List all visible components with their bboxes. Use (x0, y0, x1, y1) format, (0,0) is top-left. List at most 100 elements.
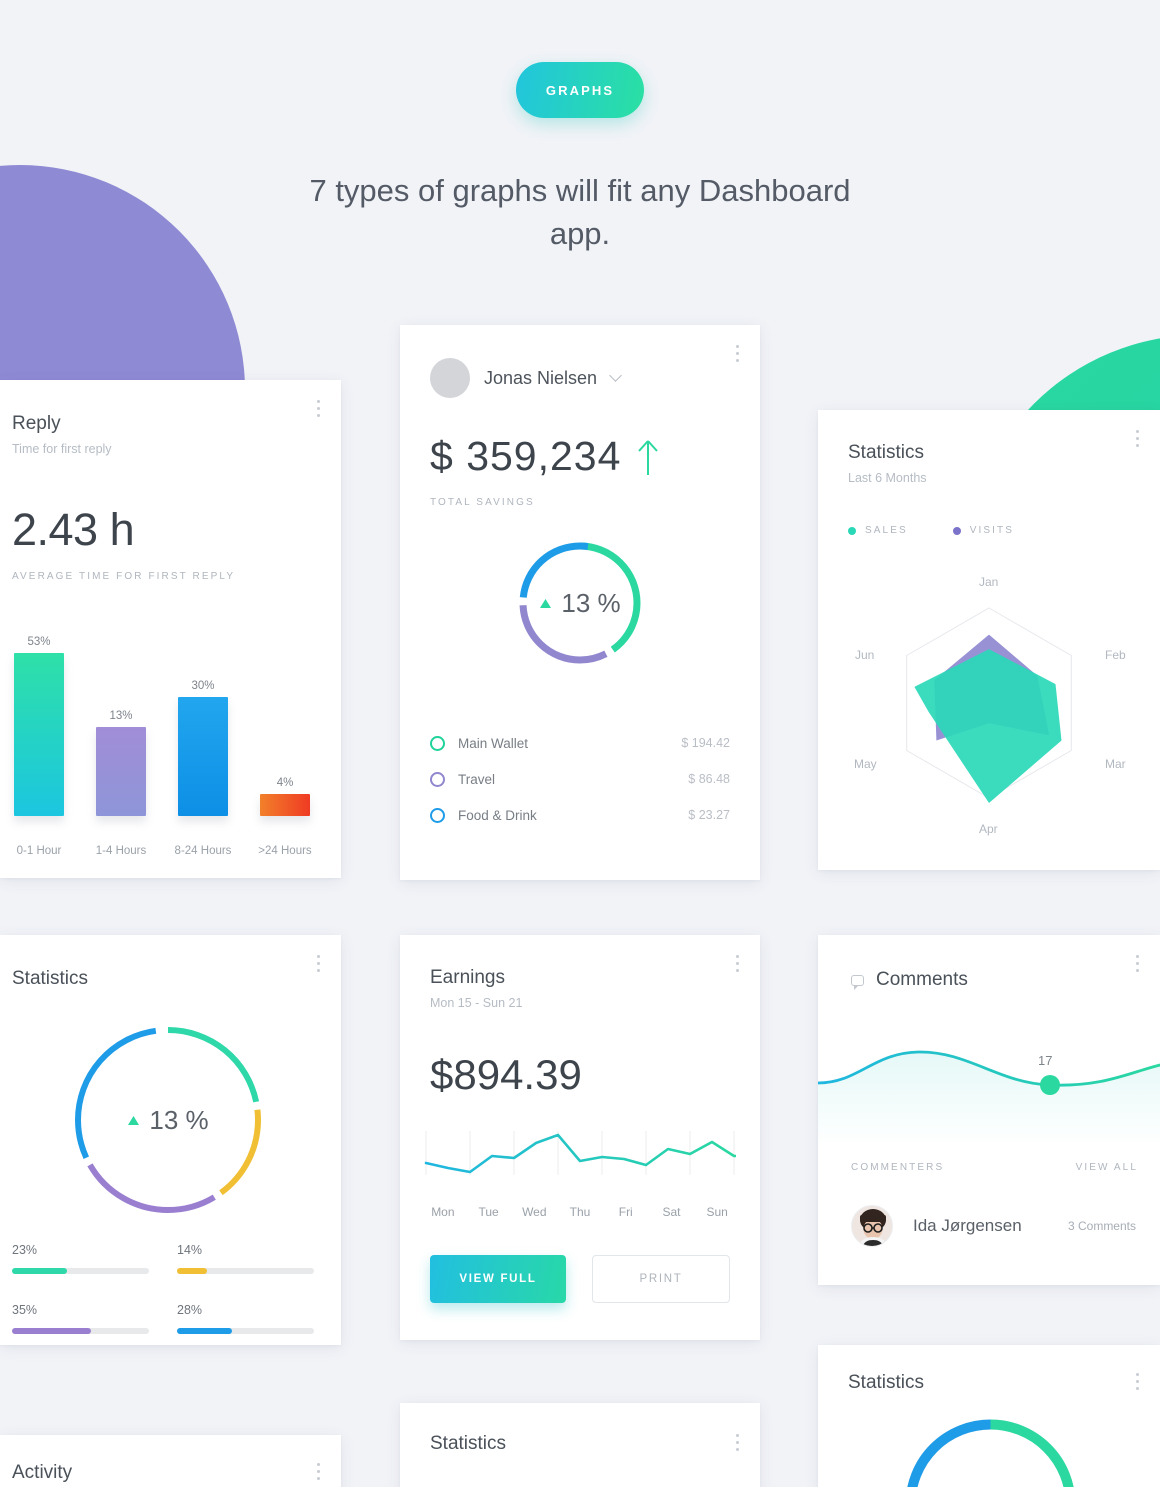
reply-card-subtitle: Time for first reply (12, 442, 112, 456)
radar-card-subtitle: Last 6 Months (848, 471, 927, 485)
progress-track[interactable] (12, 1328, 149, 1334)
legend-dot-sales-icon (848, 526, 856, 535)
savings-card-menu-icon[interactable] (736, 345, 740, 366)
progress-fill (177, 1328, 232, 1334)
stats-middle-card-menu-icon[interactable] (736, 1434, 740, 1455)
legend-row[interactable]: Main Wallet $ 194.42 (430, 725, 730, 761)
bar-rect (14, 653, 64, 816)
bar-rect (260, 794, 310, 816)
radar-card-menu-icon[interactable] (1136, 430, 1140, 451)
chevron-down-icon[interactable] (609, 369, 622, 382)
print-button[interactable]: PRINT (592, 1255, 730, 1303)
page-headline: 7 types of graphs will fit any Dashboard… (309, 173, 851, 251)
stats-donut-card-menu-icon[interactable] (317, 955, 321, 976)
progress-item: 35% (12, 1303, 149, 1334)
commenter-avatar (851, 1205, 893, 1247)
bar-column: 53% 0-1 Hour (14, 636, 64, 857)
day-label: Wed (522, 1205, 547, 1219)
legend-label-sales: SALES (865, 525, 908, 536)
reply-card: Reply Time for first reply 2.43 h AVERAG… (0, 380, 341, 878)
arrow-up-icon (638, 439, 659, 475)
radar-axis-label-feb: Feb (1105, 648, 1126, 662)
activity-card-menu-icon[interactable] (317, 1463, 321, 1484)
data-point-marker (1040, 1075, 1060, 1095)
bar-column: 4% >24 Hours (258, 777, 311, 857)
legend-dot-visits-icon (952, 526, 961, 535)
day-label: Fri (618, 1205, 633, 1219)
speech-bubble-icon (851, 974, 864, 990)
reply-card-menu-icon[interactable] (317, 400, 321, 421)
radar-axis-label-apr: Apr (979, 822, 998, 836)
progress-track[interactable] (12, 1268, 149, 1274)
radar-axis-label-may: May (854, 757, 877, 771)
legend-amount: $ 194.42 (681, 736, 730, 750)
earnings-sparkline-chart (424, 1131, 736, 1175)
radar-axis-label-jun: Jun (855, 648, 875, 662)
bar-column: 30% 8-24 Hours (175, 680, 232, 857)
radar-axis-label-mar: Mar (1105, 757, 1126, 771)
activity-card-title: Activity (12, 1462, 73, 1483)
reply-bar-chart: 53% 0-1 Hour 13% 1-4 Hours 30% 8-24 Hour… (14, 616, 326, 857)
legend-amount: $ 86.48 (688, 772, 730, 786)
stats-middle-card-title: Statistics (430, 1433, 507, 1454)
comments-area-chart (818, 1050, 1160, 1147)
day-label: Mon (431, 1205, 455, 1219)
donut-center-value: 13 % (561, 587, 621, 618)
activity-card: Activity (0, 1435, 341, 1487)
progress-fill (12, 1268, 67, 1274)
avatar (430, 358, 470, 398)
legend-ring-icon (430, 807, 445, 823)
comments-point-value: 17 (1038, 1053, 1053, 1068)
earnings-card-title: Earnings (430, 967, 505, 988)
progress-track[interactable] (177, 1328, 314, 1334)
stats-right-card-title: Statistics (848, 1372, 925, 1393)
savings-card: Jonas Nielsen $ 359,234 TOTAL SAVINGS 13… (400, 325, 760, 880)
legend-ring-icon (430, 771, 445, 787)
earnings-card-menu-icon[interactable] (736, 955, 740, 976)
triangle-up-icon (128, 1115, 140, 1125)
donut-center-value: 13 % (149, 1104, 209, 1135)
stats-donut-card-title: Statistics (12, 968, 89, 989)
progress-label: 35% (12, 1303, 38, 1317)
comments-card: Comments 17 COMMENTERS VIEW ALL Ida Jørg… (818, 935, 1160, 1285)
statistics-radar-card: Statistics Last 6 Months SALES VISITS Ja… (818, 410, 1160, 870)
legend-label: Main Wallet (458, 735, 529, 751)
legend-row[interactable]: Travel $ 86.48 (430, 761, 730, 797)
progress-label: 23% (12, 1243, 38, 1257)
bar-category-label: 8-24 Hours (174, 845, 232, 858)
graphs-badge[interactable]: GRAPHS (516, 62, 644, 118)
stats-right-donut-chart (905, 1419, 1076, 1487)
page-root: GRAPHS 7 types of graphs will fit any Da… (0, 0, 1160, 1487)
progress-track[interactable] (177, 1268, 314, 1274)
earnings-card-subtitle: Mon 15 - Sun 21 (430, 996, 523, 1010)
legend-label-visits: VISITS (969, 525, 1015, 536)
comments-card-title: Comments (876, 969, 968, 990)
total-savings-caption: TOTAL SAVINGS (430, 497, 535, 508)
reply-card-title: Reply (12, 413, 61, 434)
bar-value-label: 53% (27, 636, 51, 648)
bar-rect (178, 697, 228, 816)
reply-metric-caption: AVERAGE TIME FOR FIRST REPLY (12, 571, 236, 582)
earnings-card: Earnings Mon 15 - Sun 21 $894.39 Mon Tue (400, 935, 760, 1340)
stats-right-card-menu-icon[interactable] (1136, 1373, 1140, 1394)
progress-fill (177, 1268, 208, 1274)
day-label: Sun (706, 1205, 728, 1219)
legend-row[interactable]: Food & Drink $ 23.27 (430, 797, 730, 833)
statistics-right-partial-card: Statistics (818, 1345, 1160, 1487)
bar-category-label: >24 Hours (258, 845, 312, 858)
view-all-link[interactable]: VIEW ALL (1076, 1162, 1138, 1173)
bar-value-label: 4% (276, 777, 294, 789)
view-full-button[interactable]: VIEW FULL (430, 1255, 566, 1303)
progress-item: 23% (12, 1243, 149, 1274)
bar-rect (96, 727, 146, 816)
comments-card-menu-icon[interactable] (1136, 955, 1140, 976)
day-label: Tue (478, 1205, 499, 1219)
bar-value-label: 30% (191, 680, 215, 692)
user-name: Jonas Nielsen (484, 367, 598, 388)
legend-amount: $ 23.27 (688, 808, 730, 822)
radar-card-title: Statistics (848, 442, 925, 463)
progress-label: 28% (177, 1303, 203, 1317)
total-savings-amount: $ 359,234 (430, 433, 622, 479)
statistics-donut-card: Statistics 13 % 23% 14% 35% 28% (0, 935, 341, 1345)
progress-label: 14% (177, 1243, 203, 1257)
